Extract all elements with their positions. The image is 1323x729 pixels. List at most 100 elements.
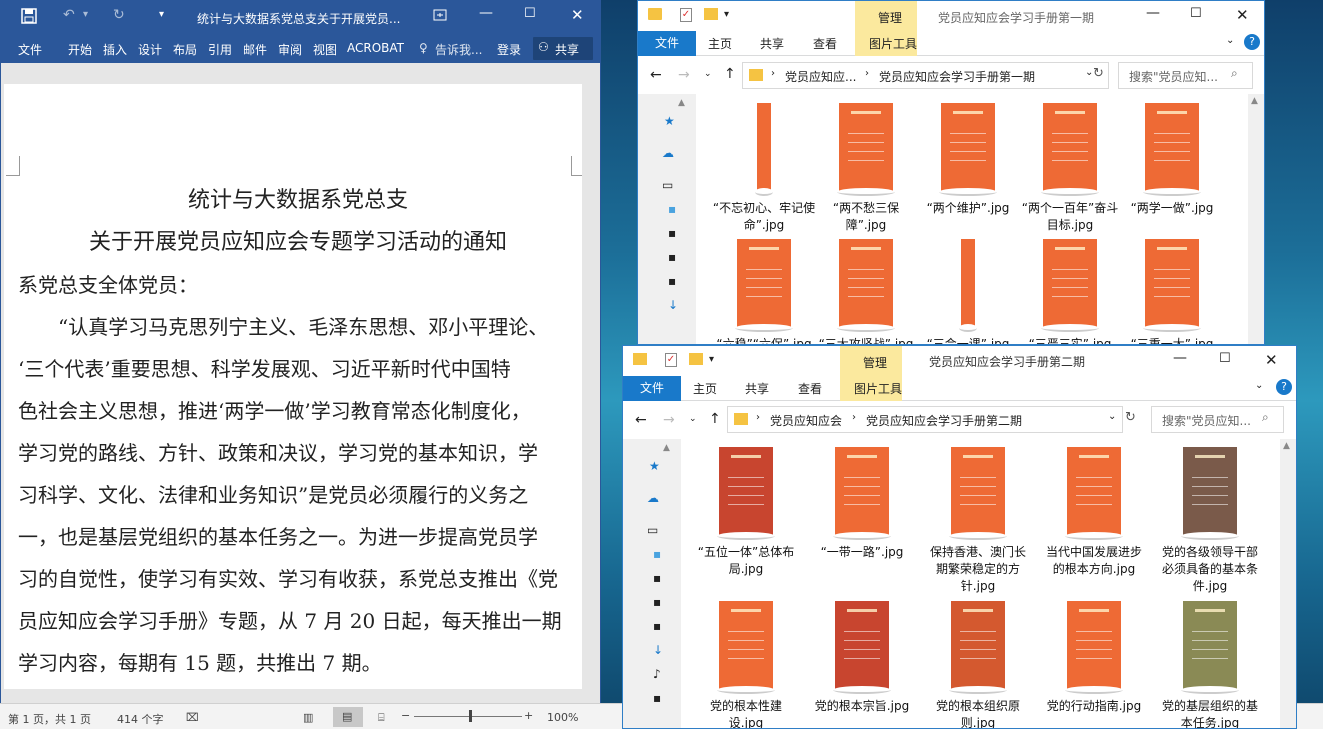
chevron-down-icon[interactable]: ⌄ [1108,411,1116,422]
tab-view[interactable]: 查看 [813,35,837,52]
3d-objects-icon[interactable]: ▪ [668,202,676,216]
3d-objects-icon[interactable]: ▪ [653,547,661,561]
tell-me-input[interactable]: 告诉我... [435,41,482,58]
tab-picture-tools[interactable]: 图片工具 [869,35,917,52]
tab-file[interactable]: 文件 [18,41,42,58]
documents-icon[interactable]: ▪ [653,619,661,633]
maximize-icon[interactable]: ☐ [524,6,536,21]
scroll-up-icon[interactable]: ▲ [1283,441,1290,451]
videos-icon[interactable]: ▪ [653,571,661,585]
ribbon-expand-icon[interactable]: ⌄ [1226,35,1234,46]
new-folder-icon[interactable] [689,353,703,365]
read-mode-icon[interactable]: ▥ [303,711,313,724]
ribbon-expand-icon[interactable]: ⌄ [1255,380,1263,391]
file-item[interactable]: “两学一做”.jpg [1112,103,1232,235]
quick-access-icon[interactable]: ★ [664,114,675,128]
ribbon-display-icon[interactable] [433,8,447,26]
qat-dropdown-icon[interactable]: ▾ [709,354,714,365]
tab-layout[interactable]: 布局 [173,41,197,58]
zoom-out-icon[interactable]: − [401,709,410,722]
pictures-icon[interactable]: ▪ [653,595,661,609]
word-count[interactable]: 414 个字 [117,711,164,727]
manage-tab[interactable]: 管理 [863,354,887,371]
file-item[interactable]: 党的根本组织原则.jpg [918,601,1038,728]
tab-references[interactable]: 引用 [208,41,232,58]
help-icon[interactable]: ? [1276,379,1292,395]
maximize-icon[interactable]: ☐ [1190,6,1202,21]
tab-home[interactable]: 主页 [693,380,717,397]
quick-access-icon[interactable]: ★ [649,459,660,473]
pictures-icon[interactable]: ▪ [668,250,676,264]
close-icon[interactable]: ✕ [1236,6,1249,24]
breadcrumb-1[interactable]: 党员应知应会 [770,412,842,429]
manage-tab[interactable]: 管理 [878,9,902,26]
onedrive-icon[interactable]: ☁ [662,146,674,160]
address-bar[interactable]: › 党员应知应... › 党员应知应会学习手册第一期 ⌄ [742,62,1109,89]
tab-design[interactable]: 设计 [138,41,162,58]
tab-home[interactable]: 开始 [68,41,92,58]
tell-me-icon[interactable]: ♀ [419,41,428,55]
onedrive-icon[interactable]: ☁ [647,491,659,505]
tab-insert[interactable]: 插入 [103,41,127,58]
tab-file[interactable]: 文件 [623,376,681,401]
tab-share[interactable]: 共享 [760,35,784,52]
share-button[interactable]: ⚇ 共享 [533,37,593,60]
help-icon[interactable]: ? [1244,34,1260,50]
file-item[interactable]: 当代中国发展进步的根本方向.jpg [1034,447,1154,597]
search-input[interactable]: 搜索"党员应知... ⌕ [1118,62,1253,89]
minimize-icon[interactable]: — [1146,5,1160,21]
file-item[interactable]: 党的根本性建设.jpg [686,601,806,728]
tab-view[interactable]: 视图 [313,41,337,58]
downloads-icon[interactable]: ↓ [668,298,678,312]
breadcrumb-2[interactable]: 党员应知应会学习手册第二期 [866,412,1022,429]
scroll-up-icon[interactable]: ▲ [663,443,670,453]
refresh-icon[interactable]: ↻ [1093,66,1104,81]
tab-view[interactable]: 查看 [798,380,822,397]
new-folder-icon[interactable] [704,8,718,20]
music-icon[interactable]: ♪ [653,667,661,681]
document-page[interactable]: 统计与大数据系党总支 关于开展党员应知应会专题学习活动的通知 系党总支全体党员：… [4,84,582,689]
tab-acrobat[interactable]: ACROBAT [347,41,404,55]
back-icon[interactable]: ← [650,67,662,83]
search-input[interactable]: 搜索"党员应知... ⌕ [1151,406,1284,433]
zoom-in-icon[interactable]: + [524,709,533,722]
address-bar[interactable]: › 党员应知应会 › 党员应知应会学习手册第二期 ⌄ [727,406,1123,433]
breadcrumb-2[interactable]: 党员应知应会学习手册第一期 [879,68,1035,85]
forward-icon[interactable]: → [678,67,690,83]
documents-icon[interactable]: ▪ [668,274,676,288]
tab-review[interactable]: 审阅 [278,41,302,58]
desktop-icon[interactable]: ▪ [653,691,661,705]
refresh-icon[interactable]: ↻ [1125,410,1136,425]
tab-file[interactable]: 文件 [638,31,696,56]
up-icon[interactable]: ↑ [709,411,721,427]
login-button[interactable]: 登录 [497,41,521,58]
web-layout-icon[interactable]: ⌸ [378,711,385,725]
close-icon[interactable]: ✕ [571,6,584,24]
tab-mailings[interactable]: 邮件 [243,41,267,58]
recent-dropdown-icon[interactable]: ⌄ [689,414,697,424]
undo-dropdown-icon[interactable]: ▾ [83,9,88,20]
recent-dropdown-icon[interactable]: ⌄ [704,69,712,79]
minimize-icon[interactable]: — [1173,350,1187,366]
forward-icon[interactable]: → [663,412,675,428]
properties-icon[interactable]: ✓ [680,8,692,22]
redo-icon[interactable]: ↻ [113,7,125,23]
file-item[interactable]: 党的各级领导干部必须具备的基本条件.jpg [1150,447,1270,597]
scroll-up-icon[interactable]: ▲ [678,98,685,108]
back-icon[interactable]: ← [635,412,647,428]
scrollbar[interactable]: ▲ [1280,439,1296,728]
close-icon[interactable]: ✕ [1265,351,1278,369]
tab-picture-tools[interactable]: 图片工具 [854,380,902,397]
this-pc-icon[interactable]: ▭ [647,523,658,537]
file-item[interactable]: “五位一体”总体布局.jpg [686,447,806,597]
file-item[interactable]: 党的根本宗旨.jpg [802,601,922,728]
this-pc-icon[interactable]: ▭ [662,178,673,192]
up-icon[interactable]: ↑ [724,66,736,82]
file-item[interactable]: 党的基层组织的基本任务.jpg [1150,601,1270,728]
tab-home[interactable]: 主页 [708,35,732,52]
videos-icon[interactable]: ▪ [668,226,676,240]
zoom-slider[interactable] [414,716,522,717]
page-count[interactable]: 第 1 页，共 1 页 [8,711,91,727]
properties-icon[interactable]: ✓ [665,353,677,367]
scrollbar[interactable]: ▲ [1248,94,1264,344]
